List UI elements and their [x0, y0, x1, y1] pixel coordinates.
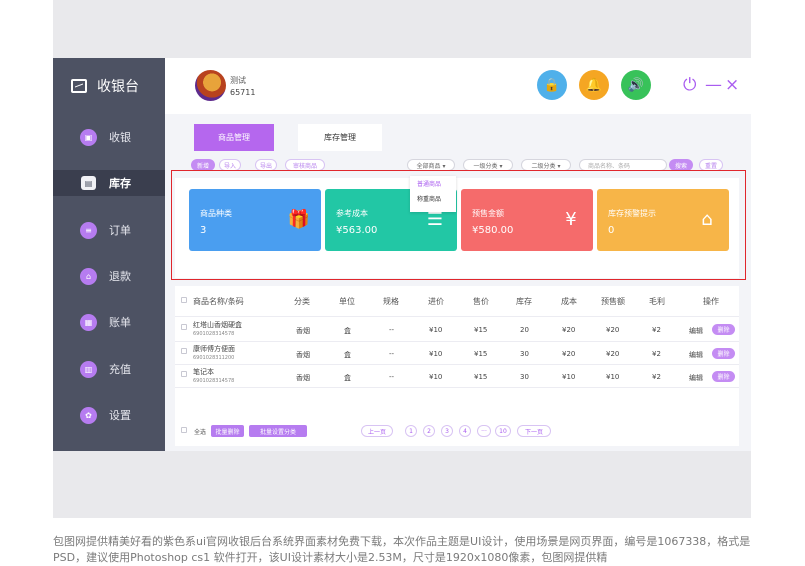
row-divider	[175, 387, 739, 388]
product-table	[175, 286, 739, 446]
product-sale-price: ¥15	[474, 326, 488, 334]
edit-button[interactable]: 编辑	[689, 373, 703, 383]
column-header-profit: 毛利	[649, 297, 665, 306]
product-name: 红塔山香烟硬盒	[193, 321, 242, 329]
edit-button[interactable]: 编辑	[689, 350, 703, 360]
product-sale-price: ¥15	[474, 373, 488, 381]
product-stock: 20	[520, 326, 529, 334]
product-presale: ¥20	[606, 326, 620, 334]
product-presale: ¥20	[606, 350, 620, 358]
page-1-button[interactable]: 1	[405, 425, 417, 437]
column-header-cost-price: 进价	[428, 297, 444, 306]
tab-inventory-management[interactable]: 库存管理	[298, 124, 382, 151]
column-header-cost: 成本	[561, 297, 577, 306]
row-checkbox[interactable]	[181, 348, 187, 354]
product-spec: --	[389, 373, 395, 381]
page-10-button[interactable]: 10	[495, 425, 511, 437]
product-name: 笔记本	[193, 368, 214, 376]
product-cost: ¥20	[562, 350, 576, 358]
edit-button[interactable]: 编辑	[689, 326, 703, 336]
column-header-stock: 库存	[516, 297, 532, 306]
product-cost: ¥20	[562, 326, 576, 334]
product-code: 6901028314578	[193, 378, 235, 384]
row-divider	[175, 341, 739, 342]
row-checkbox[interactable]	[181, 371, 187, 377]
product-profit: ¥2	[652, 373, 661, 381]
column-header-action: 操作	[703, 297, 719, 306]
tab-product-management[interactable]: 商品管理	[194, 124, 274, 151]
product-unit: 盒	[344, 327, 351, 335]
product-name: 康师傅方便面	[193, 345, 235, 353]
prev-page-button[interactable]: 上一页	[361, 425, 393, 437]
product-cost-price: ¥10	[429, 350, 443, 358]
batch-delete-button[interactable]: 批量删除	[211, 425, 244, 437]
product-profit: ¥2	[652, 326, 661, 334]
description-caption: 包图网提供精美好看的紫色系ui官网收银后台系统界面素材免费下载，本次作品主题是U…	[53, 535, 751, 564]
row-checkbox[interactable]	[181, 324, 187, 330]
page-ellipsis: ···	[477, 425, 491, 437]
column-header-category: 分类	[294, 297, 310, 306]
product-presale: ¥10	[606, 373, 620, 381]
product-category: 香烟	[296, 374, 310, 382]
product-stock: 30	[520, 350, 529, 358]
product-cost-price: ¥10	[429, 373, 443, 381]
page-2-button[interactable]: 2	[423, 425, 435, 437]
product-cost: ¥10	[562, 373, 576, 381]
highlight-frame	[171, 170, 746, 280]
product-category: 香烟	[296, 351, 310, 359]
column-header-name: 商品名称/条码	[193, 297, 244, 306]
product-spec: --	[389, 326, 395, 334]
page-4-button[interactable]: 4	[459, 425, 471, 437]
delete-button[interactable]: 删除	[712, 371, 735, 382]
row-divider	[175, 364, 739, 365]
next-page-button[interactable]: 下一页	[517, 425, 551, 437]
select-all-label: 全选	[194, 429, 207, 436]
product-profit: ¥2	[652, 350, 661, 358]
product-spec: --	[389, 350, 395, 358]
batch-category-button[interactable]: 批量设置分类	[249, 425, 307, 437]
column-header-sale-price: 售价	[473, 297, 489, 306]
delete-button[interactable]: 删除	[712, 324, 735, 335]
product-unit: 盒	[344, 374, 351, 382]
column-header-spec: 规格	[383, 297, 399, 306]
select-all-checkbox-header[interactable]	[181, 297, 187, 303]
product-stock: 30	[520, 373, 529, 381]
product-code: 6901028314578	[193, 331, 235, 337]
column-header-presale: 预售额	[601, 297, 625, 306]
column-header-unit: 单位	[339, 297, 355, 306]
page-3-button[interactable]: 3	[441, 425, 453, 437]
product-sale-price: ¥15	[474, 350, 488, 358]
row-divider	[175, 316, 739, 317]
select-all-checkbox[interactable]	[181, 427, 187, 433]
product-unit: 盒	[344, 351, 351, 359]
product-code: 6901028311200	[193, 355, 235, 361]
product-category: 香烟	[296, 327, 310, 335]
product-cost-price: ¥10	[429, 326, 443, 334]
delete-button[interactable]: 删除	[712, 348, 735, 359]
